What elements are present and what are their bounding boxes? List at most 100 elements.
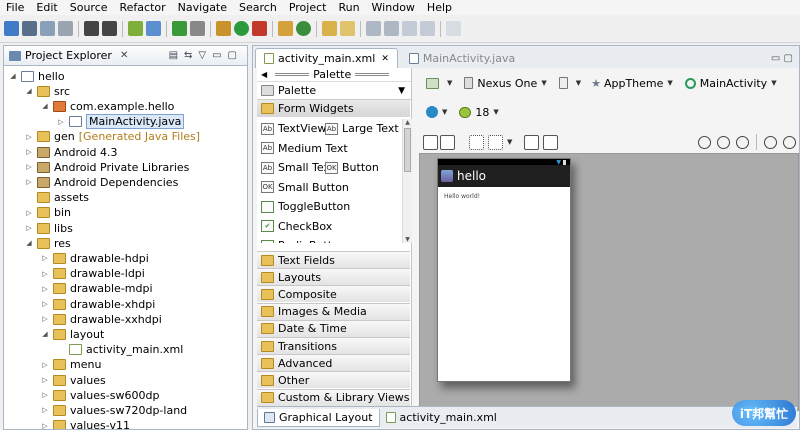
tree-item[interactable]: ▷ Android Private Libraries bbox=[24, 159, 189, 175]
fill-height-icon[interactable] bbox=[440, 134, 455, 150]
palette-scrollbar[interactable]: ▲ ▼ bbox=[402, 119, 412, 243]
fill-width-icon[interactable] bbox=[423, 134, 438, 150]
close-tab-icon[interactable]: ✕ bbox=[381, 54, 389, 64]
run-icon[interactable] bbox=[234, 21, 249, 36]
collapsed-arrow-icon[interactable]: ▷ bbox=[24, 148, 34, 156]
api-level-selector[interactable]: 18 ▼ bbox=[456, 103, 501, 121]
zoom-in-icon[interactable] bbox=[783, 135, 796, 149]
palette-category[interactable]: Date & Time bbox=[257, 319, 410, 337]
view-toolbar-icons[interactable]: ▤⇆▽▭▢ bbox=[169, 50, 243, 61]
forward-icon[interactable] bbox=[420, 21, 435, 36]
checkbox-icon[interactable] bbox=[172, 21, 187, 36]
back-icon[interactable] bbox=[402, 21, 417, 36]
search-icon[interactable] bbox=[340, 21, 355, 36]
config-file-button[interactable]: ▼ bbox=[423, 74, 455, 92]
collapse-palette-icon[interactable]: ◀ bbox=[261, 70, 267, 79]
expanded-arrow-icon[interactable]: ◢ bbox=[40, 102, 50, 110]
palette-category[interactable]: Other bbox=[257, 371, 410, 389]
orientation-selector[interactable]: ▼ bbox=[556, 74, 584, 92]
new-package-icon[interactable] bbox=[278, 21, 293, 36]
project-explorer-tab[interactable]: Project Explorer ✕ ▤⇆▽▭▢ bbox=[4, 46, 247, 66]
open-type-icon[interactable] bbox=[322, 21, 337, 36]
collapsed-arrow-icon[interactable]: ▷ bbox=[40, 376, 50, 384]
palette-category[interactable]: Images & Media bbox=[257, 302, 410, 320]
palette-widget[interactable]: ToggleButton bbox=[261, 197, 350, 216]
expanded-arrow-icon[interactable]: ◢ bbox=[8, 72, 18, 80]
palette-category[interactable]: Custom & Library Views bbox=[257, 388, 410, 406]
expanded-arrow-icon[interactable]: ◢ bbox=[40, 330, 50, 338]
maximize-icon[interactable]: ▭ ▢ bbox=[771, 53, 793, 64]
collapsed-arrow-icon[interactable]: ▷ bbox=[40, 422, 50, 429]
collapsed-arrow-icon[interactable]: ▷ bbox=[40, 270, 50, 278]
tree-item[interactable]: ▷ drawable-hdpi bbox=[40, 250, 148, 266]
menu-project[interactable]: Project bbox=[283, 1, 333, 14]
tree-item[interactable]: ▷ drawable-ldpi bbox=[40, 266, 145, 282]
palette-widget[interactable]: ✔ CheckBox bbox=[261, 217, 332, 236]
collapsed-arrow-icon[interactable]: ▷ bbox=[40, 315, 50, 323]
collapsed-arrow-icon[interactable]: ▷ bbox=[24, 133, 34, 141]
collapsed-arrow-icon[interactable]: ▷ bbox=[40, 300, 50, 308]
scroll-thumb[interactable] bbox=[404, 128, 411, 172]
zoom-out-icon[interactable] bbox=[764, 135, 777, 149]
download-icon[interactable] bbox=[102, 21, 117, 36]
collapsed-arrow-icon[interactable]: ▷ bbox=[24, 178, 34, 186]
palette-dropdown[interactable]: Palette ▼ bbox=[257, 82, 411, 100]
activity-selector[interactable]: MainActivity ▼ bbox=[682, 74, 780, 92]
tree-item[interactable]: ▷ values-sw600dp bbox=[40, 387, 159, 403]
tree-item[interactable]: ▷ values-v11 bbox=[40, 418, 130, 429]
save-all-icon[interactable] bbox=[40, 21, 55, 36]
menu-file[interactable]: File bbox=[0, 1, 30, 14]
tree-item[interactable]: ▷ values bbox=[40, 372, 105, 388]
tree-item[interactable]: ▷ Android 4.3 bbox=[24, 144, 117, 160]
sdk-manager-icon[interactable] bbox=[128, 21, 143, 36]
collapsed-arrow-icon[interactable]: ▷ bbox=[24, 224, 34, 232]
collapsed-arrow-icon[interactable]: ▷ bbox=[24, 163, 34, 171]
tree-item[interactable]: ◢ layout bbox=[40, 326, 104, 342]
menu-help[interactable]: Help bbox=[421, 1, 458, 14]
tab-xml-source[interactable]: activity_main.xml bbox=[380, 409, 503, 427]
tree-item[interactable]: ◢ com.example.hello bbox=[40, 98, 174, 114]
tab-mainactivity-java[interactable]: MainActivity.java bbox=[400, 48, 524, 68]
expanded-arrow-icon[interactable]: ◢ bbox=[24, 239, 34, 247]
tree-item[interactable]: ▷ drawable-xxhdpi bbox=[40, 311, 161, 327]
lint-icon[interactable] bbox=[190, 21, 205, 36]
upload-icon[interactable] bbox=[84, 21, 99, 36]
collapsed-arrow-icon[interactable]: ▷ bbox=[56, 118, 66, 126]
collapsed-arrow-icon[interactable]: ▷ bbox=[40, 391, 50, 399]
hello-textview[interactable]: Hello world! bbox=[438, 187, 570, 206]
next-annotation-icon[interactable] bbox=[366, 21, 381, 36]
locale-selector[interactable]: ▼ bbox=[423, 103, 450, 121]
distribute-weights-icon[interactable] bbox=[524, 134, 540, 150]
collapsed-arrow-icon[interactable]: ▷ bbox=[40, 361, 50, 369]
tree-item[interactable]: ▷ drawable-xhdpi bbox=[40, 296, 155, 312]
pin-icon[interactable] bbox=[446, 21, 461, 36]
palette-category[interactable]: Layouts bbox=[257, 268, 410, 286]
collapsed-arrow-icon[interactable]: ▷ bbox=[40, 254, 50, 262]
palette-category[interactable]: Composite bbox=[257, 285, 410, 303]
theme-selector[interactable]: ★ AppTheme ▼ bbox=[588, 74, 676, 92]
layout-canvas[interactable]: ▼ hello Hello world! bbox=[419, 153, 799, 411]
menu-run[interactable]: Run bbox=[332, 1, 365, 14]
palette-widget[interactable]: Ab Medium Text bbox=[261, 139, 348, 158]
margins-icon[interactable] bbox=[469, 134, 484, 150]
prev-annotation-icon[interactable] bbox=[384, 21, 399, 36]
external-tools-icon[interactable] bbox=[252, 21, 267, 36]
collapsed-arrow-icon[interactable]: ▷ bbox=[40, 285, 50, 293]
debug-icon[interactable] bbox=[216, 21, 231, 36]
tree-item[interactable]: ▷ bin bbox=[24, 205, 71, 221]
tree-item[interactable]: ▷ menu bbox=[40, 357, 101, 373]
clear-weights-icon[interactable] bbox=[543, 134, 559, 150]
tab-graphical-layout[interactable]: Graphical Layout bbox=[257, 408, 380, 427]
tree-item[interactable]: ◢ hello bbox=[8, 68, 64, 84]
palette-widget[interactable]: OK Button bbox=[325, 158, 379, 177]
menu-navigate[interactable]: Navigate bbox=[172, 1, 233, 14]
close-icon[interactable]: ✕ bbox=[120, 50, 128, 61]
tree-item[interactable]: ▷ values-sw720dp-land bbox=[40, 402, 187, 418]
collapsed-arrow-icon[interactable]: ▷ bbox=[24, 209, 34, 217]
device-selector[interactable]: Nexus One ▼ bbox=[461, 74, 549, 92]
category-form-widgets[interactable]: Form Widgets bbox=[257, 100, 410, 117]
menu-refactor[interactable]: Refactor bbox=[114, 1, 172, 14]
new-icon[interactable] bbox=[4, 21, 19, 36]
palette-widget[interactable]: Ab Small Text bbox=[261, 158, 334, 177]
print-icon[interactable] bbox=[58, 21, 73, 36]
